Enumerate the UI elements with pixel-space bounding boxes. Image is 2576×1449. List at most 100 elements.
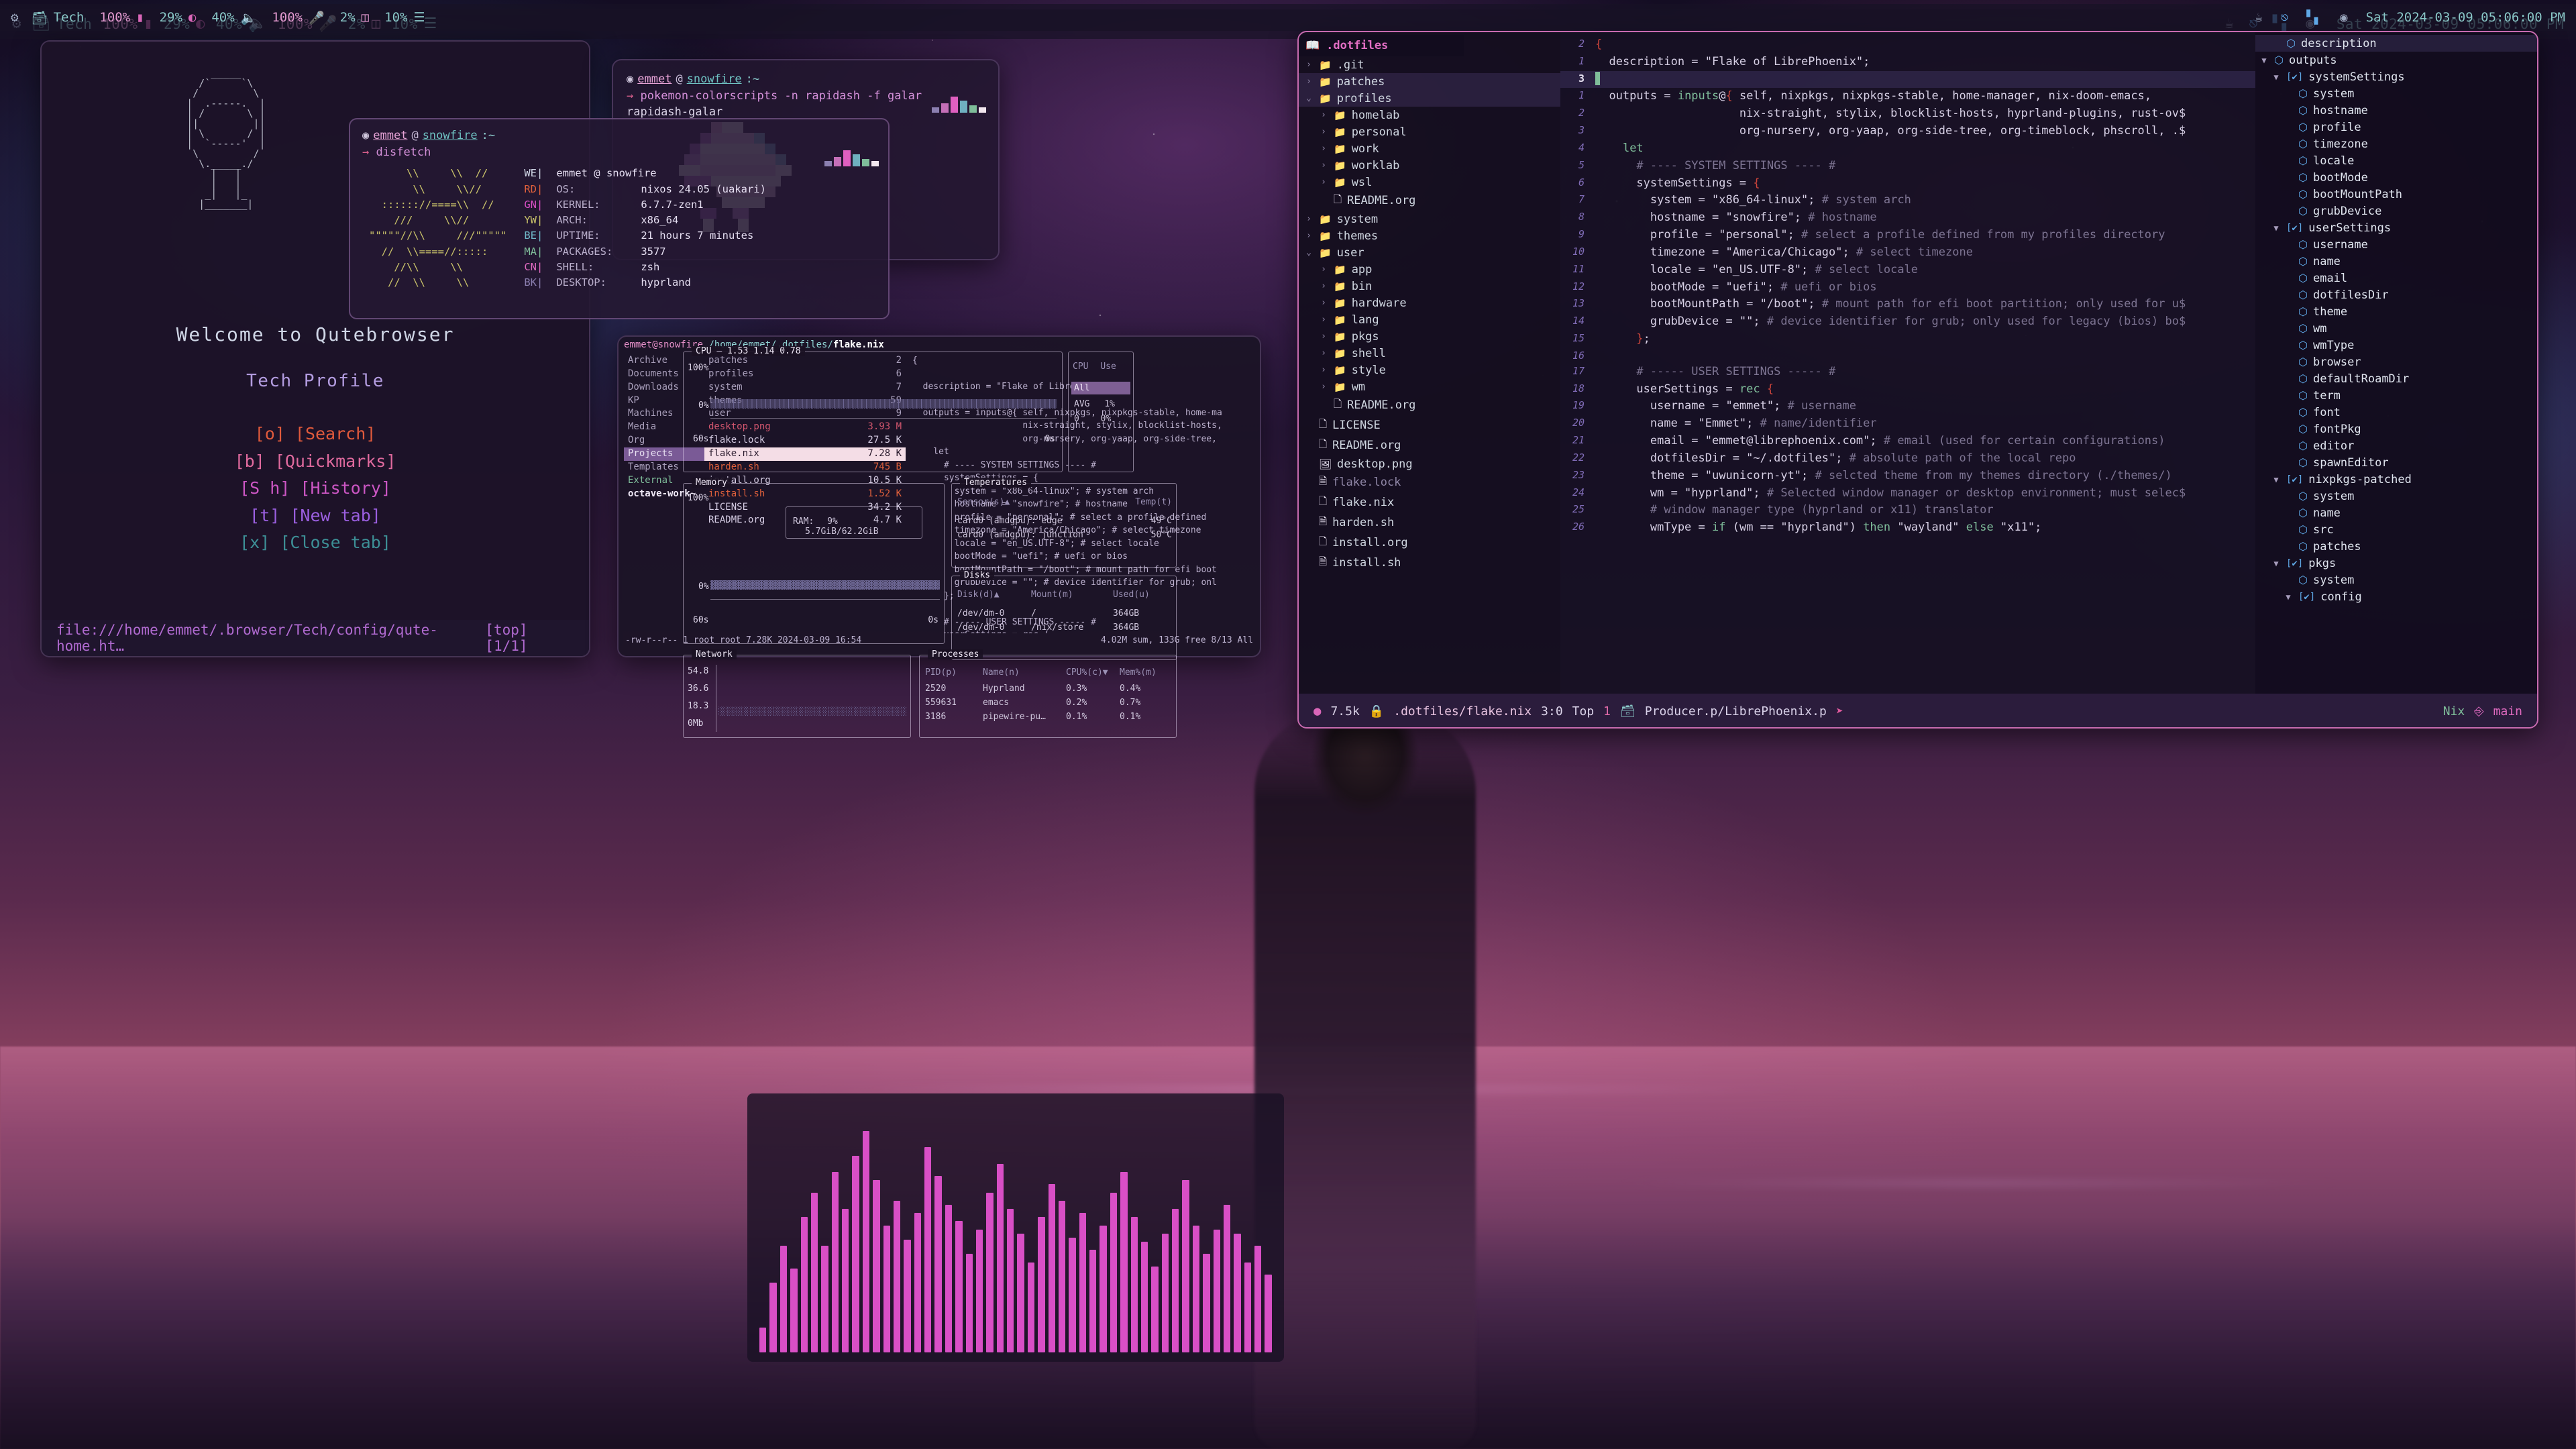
disc-icon[interactable]: ◉ bbox=[2340, 10, 2347, 25]
triangle-down-icon[interactable]: ▼ bbox=[2259, 56, 2269, 65]
imenu-item[interactable]: ▼ ⬡ outputs bbox=[2255, 52, 2537, 68]
process-row[interactable]: 559631 emacs 0.2% 0.7% bbox=[925, 698, 1140, 708]
proc-header-pid[interactable]: PID(p) bbox=[925, 667, 983, 678]
code-line[interactable]: 23 theme = "uwunicorn-yt"; # selcted the… bbox=[1560, 468, 2255, 485]
code-line[interactable]: 2 nix-straight, stylix, blocklist-hosts,… bbox=[1560, 105, 2255, 123]
audio-visualizer[interactable] bbox=[747, 1093, 1284, 1362]
chevron-right-icon[interactable]: › bbox=[1319, 365, 1328, 375]
imenu-item[interactable]: ⬡ email bbox=[2255, 270, 2537, 286]
btop-memory-box[interactable]: Memory 100% RAM: 9% 5.7GiB/62.2GiB 0% ▓▓… bbox=[683, 478, 945, 644]
code-line[interactable]: 2{ bbox=[1560, 36, 2255, 54]
imenu-item[interactable]: ⬡ font bbox=[2255, 404, 2537, 421]
major-mode-label[interactable]: Nix bbox=[2443, 704, 2465, 718]
temps-header-temp[interactable]: Temp(t) bbox=[1135, 497, 1172, 507]
code-line[interactable]: 15 }; bbox=[1560, 331, 2255, 348]
chevron-right-icon[interactable]: › bbox=[1319, 264, 1328, 274]
imenu-item[interactable]: ⬡ patches bbox=[2255, 538, 2537, 555]
imenu-item[interactable]: ▼ [✔] systemSettings bbox=[2255, 68, 2537, 85]
speaker-icon[interactable]: 🔈 bbox=[241, 10, 257, 25]
treemacs-item[interactable]: 🗎 flake.lock bbox=[1299, 472, 1560, 492]
chevron-down-icon[interactable]: ⌄ bbox=[1304, 248, 1313, 258]
code-line[interactable]: 1 description = "Flake of LibrePhoenix"; bbox=[1560, 54, 2255, 71]
workspace-label[interactable]: Tech bbox=[54, 10, 85, 25]
treemacs-item[interactable]: › 📁 pkgs bbox=[1299, 328, 1560, 345]
btop-cpu-box[interactable]: CPU ― 1.53 1.14 0.78 100% 0% ▒▒▒▒▒▒▒▒▒▒▒… bbox=[683, 346, 1063, 472]
proc-header-name[interactable]: Name(n) bbox=[983, 667, 1066, 678]
chevron-right-icon[interactable]: › bbox=[1319, 160, 1328, 170]
imenu-item[interactable]: ⬡ dotfilesDir bbox=[2255, 286, 2537, 303]
chevron-right-icon[interactable]: › bbox=[1319, 348, 1328, 358]
btop-disks-box[interactable]: Disks Disk(d)▲ Mount(m) Used(u) /dev/dm-… bbox=[951, 570, 1177, 660]
treemacs-item[interactable]: › 📁 wm bbox=[1299, 378, 1560, 395]
treemacs-item[interactable]: › 📁 wsl bbox=[1299, 174, 1560, 191]
imenu-item[interactable]: ⬡ grubDevice bbox=[2255, 203, 2537, 219]
emacs-buffer[interactable]: 2{1 description = "Flake of LibrePhoenix… bbox=[1560, 32, 2255, 694]
buffer-path[interactable]: .dotfiles/flake.nix bbox=[1393, 704, 1532, 718]
chevron-right-icon[interactable]: › bbox=[1304, 76, 1313, 87]
window-terminal-disfetch[interactable]: ◉ emmet @ snowfire:~ → disfetch \\ \\ // \… bbox=[349, 118, 890, 319]
imenu-item[interactable]: ⬡ name bbox=[2255, 253, 2537, 270]
quicklink-new-tab[interactable]: [t] [New tab] bbox=[42, 502, 589, 530]
imenu-item[interactable]: ▼ [✔] pkgs bbox=[2255, 555, 2537, 572]
process-row[interactable]: 2520 Hyprland 0.3% 0.4% bbox=[925, 684, 1140, 694]
imenu-item[interactable]: ⬡ bootMountPath bbox=[2255, 186, 2537, 203]
imenu-item[interactable]: ▼ [✔] nixpkgs-patched bbox=[2255, 471, 2537, 488]
code-line[interactable]: 20 name = "Emmet"; # name/identifier bbox=[1560, 415, 2255, 433]
treemacs-item[interactable]: › 📁 lang bbox=[1299, 311, 1560, 328]
treemacs-item[interactable]: › 📁 system bbox=[1299, 211, 1560, 227]
code-line[interactable]: 26 wmType = if (wm == "hyprland") then "… bbox=[1560, 519, 2255, 537]
btop-network-box[interactable]: Network 54.8 36.6 18.3 0Mb ░░░░░░░░░░░░░░░░… bbox=[683, 649, 911, 738]
code-line[interactable]: 16 bbox=[1560, 348, 2255, 364]
imenu-item[interactable]: ⬡ browser bbox=[2255, 354, 2537, 370]
code-line[interactable]: 9 profile = "personal"; # select a profi… bbox=[1560, 227, 2255, 244]
emacs-code-area[interactable]: 2{1 description = "Flake of LibrePhoenix… bbox=[1560, 32, 2255, 537]
treemacs-rows[interactable]: › 📁 .git › 📁 patches ⌄ 📁 profiles › 📁 homelab › 📁 pers… bbox=[1299, 56, 1560, 573]
treemacs-item[interactable]: › 📁 hardware bbox=[1299, 294, 1560, 311]
imenu-item[interactable]: ⬡ wm bbox=[2255, 320, 2537, 337]
chevron-right-icon[interactable]: › bbox=[1319, 331, 1328, 341]
chevron-right-icon[interactable]: › bbox=[1304, 231, 1313, 241]
treemacs-root[interactable]: 📖 .dotfiles bbox=[1299, 35, 1464, 56]
treemacs-item[interactable]: 🗋 install.org bbox=[1299, 533, 1560, 553]
treemacs-item[interactable]: › 📁 .git bbox=[1299, 56, 1560, 73]
code-line[interactable]: 22 dotfilesDir = "~/.dotfiles"; # absolu… bbox=[1560, 450, 2255, 468]
code-line[interactable]: 18 userSettings = rec { bbox=[1560, 381, 2255, 398]
treemacs-item[interactable]: 🗋 README.org bbox=[1299, 191, 1560, 211]
gear-icon[interactable]: ⚙ bbox=[11, 10, 18, 25]
window-emacs[interactable]: 📖 .dotfiles › 📁 .git › 📁 patches ⌄ 📁 profiles › 📁 h… bbox=[1297, 31, 2538, 729]
system-monitor-btop[interactable]: CPU ― 1.53 1.14 0.78 100% 0% ▒▒▒▒▒▒▒▒▒▒▒… bbox=[683, 341, 1177, 738]
triangle-down-icon[interactable]: ▼ bbox=[2284, 592, 2293, 602]
imenu-item[interactable]: ⬡ description bbox=[2255, 35, 2537, 52]
chevron-right-icon[interactable]: › bbox=[1319, 144, 1328, 154]
network-signal-icon[interactable]: ▘▖ bbox=[2306, 10, 2322, 25]
terminal-disfetch-body[interactable]: ◉ emmet @ snowfire:~ → disfetch \\ \\ // \… bbox=[350, 119, 888, 299]
treemacs-item[interactable]: › 📁 worklab bbox=[1299, 157, 1560, 174]
code-line[interactable]: 12 bootMode = "uefi"; # uefi or bios bbox=[1560, 279, 2255, 297]
treemacs-item[interactable]: 🗎 install.sh bbox=[1299, 553, 1560, 573]
treemacs-item[interactable]: › 📁 personal bbox=[1299, 123, 1560, 140]
qutebrowser-statusbar[interactable]: file:///home/emmet/.browser/Tech/config/… bbox=[42, 620, 589, 656]
treemacs-item[interactable]: 🗋 LICENSE bbox=[1299, 415, 1560, 435]
code-line[interactable]: 14 grubDevice = ""; # device identifier … bbox=[1560, 313, 2255, 331]
treemacs-item[interactable]: 🗋 README.org bbox=[1299, 435, 1560, 455]
code-line[interactable]: 4 let bbox=[1560, 140, 2255, 158]
imenu-item[interactable]: ▼ [✔] config bbox=[2255, 588, 2537, 605]
chevron-right-icon[interactable]: › bbox=[1304, 214, 1313, 224]
code-line[interactable]: 3 bbox=[1560, 70, 2255, 89]
imenu-item[interactable]: ⬡ system bbox=[2255, 85, 2537, 102]
imenu-item[interactable]: ⬡ system bbox=[2255, 488, 2537, 504]
treemacs-item[interactable]: › 📁 work bbox=[1299, 140, 1560, 157]
git-branch-label[interactable]: main bbox=[2493, 704, 2522, 718]
code-line[interactable]: 8 hostname = "snowfire"; # hostname bbox=[1560, 209, 2255, 227]
imenu-item[interactable]: ⬡ theme bbox=[2255, 303, 2537, 320]
chevron-right-icon[interactable]: › bbox=[1319, 382, 1328, 392]
treemacs-item[interactable]: 🗎 harden.sh bbox=[1299, 513, 1560, 533]
triangle-down-icon[interactable]: ▼ bbox=[2271, 559, 2281, 568]
treemacs-item[interactable]: 🗋 README.org bbox=[1299, 395, 1560, 415]
proc-header-cpu[interactable]: CPU%(c)▼ bbox=[1066, 667, 1120, 678]
chevron-right-icon[interactable]: › bbox=[1319, 298, 1328, 308]
imenu-item[interactable]: ⬡ username bbox=[2255, 236, 2537, 253]
imenu-item[interactable]: ⬡ src bbox=[2255, 521, 2537, 538]
chevron-right-icon[interactable]: › bbox=[1319, 127, 1328, 137]
treemacs-item[interactable]: › 📁 shell bbox=[1299, 345, 1560, 362]
